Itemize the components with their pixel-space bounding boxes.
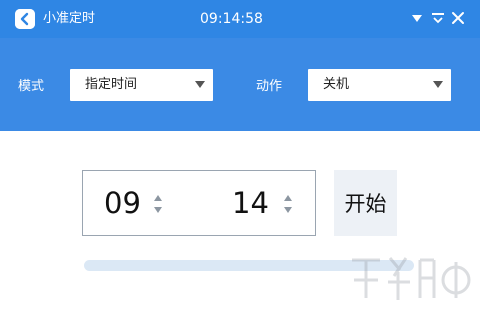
close-button[interactable] [450, 10, 466, 26]
up-down-arrows-icon [284, 195, 292, 213]
hour-spinner[interactable] [153, 192, 163, 216]
timer-window: 小准定时 09:14:58 模式 指定时间 动作 关机 09 14 开始 [0, 0, 480, 310]
app-title: 小准定时 [43, 11, 96, 26]
settings-panel: 模式 指定时间 动作 关机 [0, 38, 480, 131]
mode-select[interactable]: 指定时间 [70, 69, 213, 101]
time-input[interactable]: 09 14 [82, 170, 316, 236]
dropdown-arrow-icon [195, 81, 205, 88]
close-icon [452, 12, 464, 24]
minimize-button[interactable] [409, 10, 425, 26]
mode-label: 模式 [18, 79, 45, 94]
menu-button[interactable] [430, 10, 446, 26]
dropdown-arrow-icon [433, 81, 443, 88]
timer-area: 09 14 开始 [0, 131, 480, 310]
minimize-triangle-icon [412, 15, 422, 22]
mode-select-value: 指定时间 [85, 77, 138, 92]
start-button[interactable]: 开始 [334, 170, 397, 236]
current-time: 09:14:58 [200, 11, 263, 27]
app-logo [15, 9, 35, 29]
action-label: 动作 [256, 79, 283, 94]
up-down-arrows-icon [154, 195, 162, 213]
title-bar[interactable]: 小准定时 09:14:58 [0, 0, 480, 38]
minute-spinner[interactable] [283, 192, 293, 216]
back-arrow-icon [15, 9, 35, 29]
hour-value[interactable]: 09 [104, 185, 141, 221]
chevron-down-icon [432, 13, 444, 24]
watermark-logo [352, 257, 471, 300]
action-select[interactable]: 关机 [308, 69, 451, 101]
action-select-value: 关机 [323, 77, 350, 92]
minute-value[interactable]: 14 [232, 185, 269, 221]
